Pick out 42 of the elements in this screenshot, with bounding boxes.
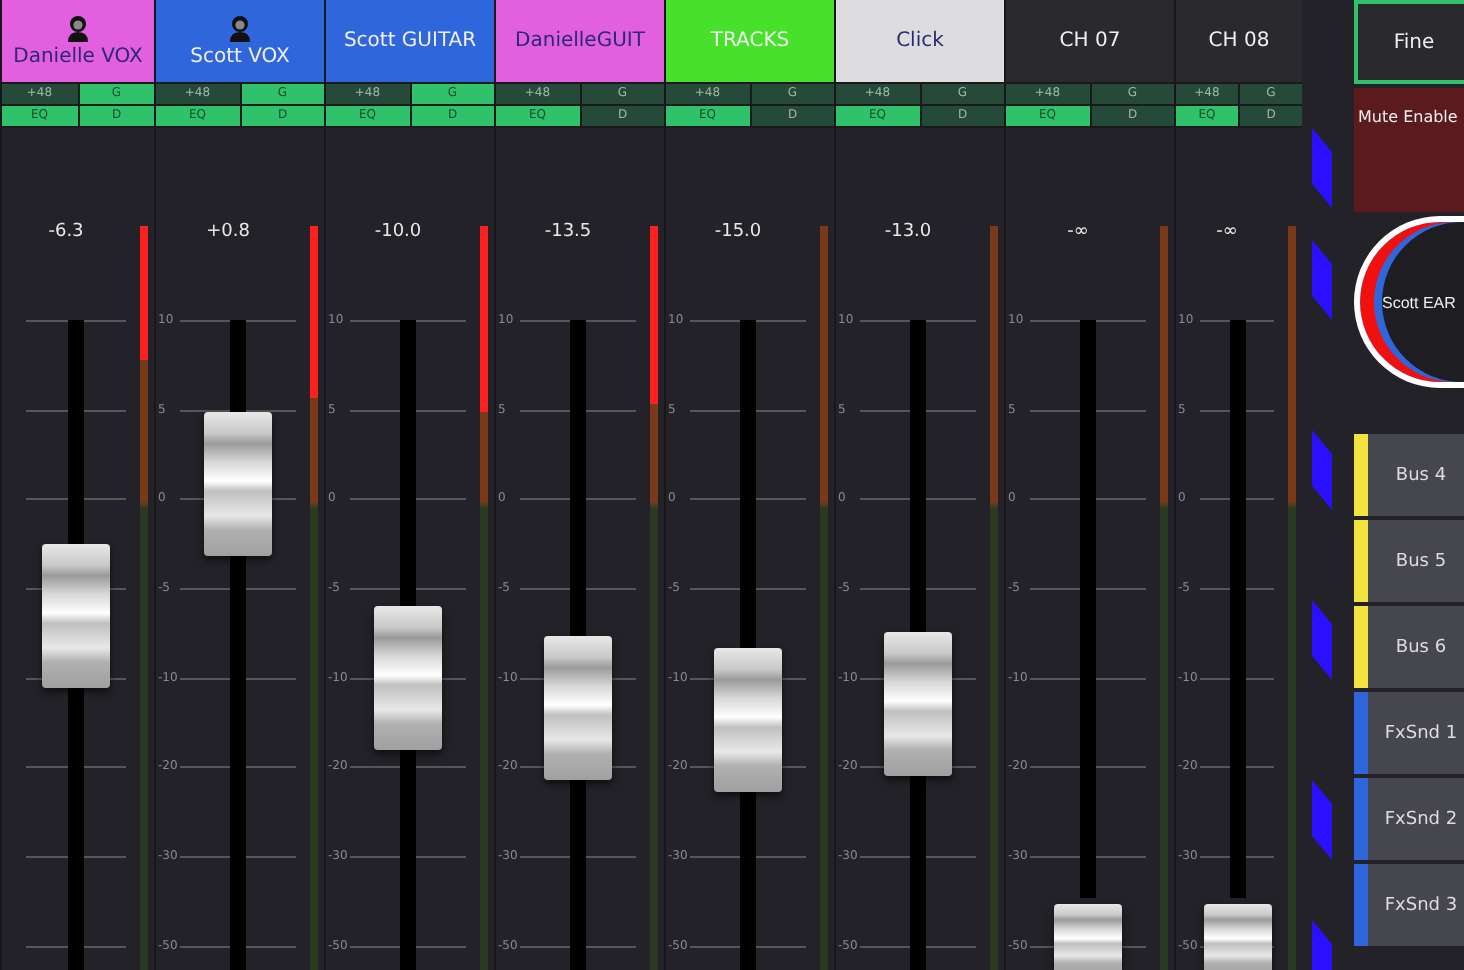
channel-name-header[interactable]: DanielleGUIT [496,0,664,82]
fader-value: -13.5 [542,222,594,242]
fader-knob[interactable] [544,635,612,780]
channel-name-header[interactable]: Scott GUITAR [326,0,494,82]
channel-name: CH 07 [1059,30,1121,52]
mix-bus-button[interactable]: Bus 5 [1354,520,1464,602]
mix-bus-button[interactable]: Bus 4 [1354,434,1464,516]
fader-value: -∞ [1214,222,1240,242]
channel-name: CH 08 [1208,30,1270,52]
channel-name: TRACKS [710,30,790,52]
mix-bus-button[interactable]: FxSnd 1 [1354,692,1464,774]
fader-value: -∞ [1065,222,1091,242]
fader-value: -13.0 [882,222,934,242]
circled-mix-bus-button[interactable]: Scott EAR [1354,216,1464,388]
channel-name: Scott VOX [190,46,290,68]
fader-value: +0.8 [204,222,252,242]
fader-knob[interactable] [204,412,272,556]
channel-name: DanielleGUIT [515,30,645,52]
fine-button[interactable]: Fine [1354,0,1464,84]
fader-value: -15.0 [712,222,764,242]
person-avatar-icon [66,14,90,42]
fader-knob[interactable] [1203,904,1271,970]
channel-name-header[interactable]: Danielle VOX [2,0,154,82]
fader-knob[interactable] [884,631,952,776]
channel-name: Click [896,30,944,52]
channel-name-header[interactable]: CH 07 [1006,0,1174,82]
fader-knob[interactable] [1054,904,1122,970]
channel-name-header[interactable]: Scott VOX [156,0,324,82]
fader-knob[interactable] [42,543,110,688]
mix-bus-button[interactable]: FxSnd 2 [1354,778,1464,860]
channel-name: Scott GUITAR [343,30,477,52]
fader-knob[interactable] [374,605,442,750]
channel-name-header[interactable]: CH 08 [1176,0,1302,82]
channel-name: Danielle VOX [13,46,143,68]
fader-value: -10.0 [372,222,424,242]
fader-knob[interactable] [714,648,782,793]
channel-name-header[interactable]: Click [836,0,1004,82]
mix-bus-button[interactable]: FxSnd 3 [1354,864,1464,946]
person-avatar-icon [228,14,252,42]
fader-value: -6.3 [46,222,86,242]
mute-enable-button[interactable]: Mute Enable [1354,88,1464,212]
mix-bus-button[interactable]: Bus 6 [1354,606,1464,688]
